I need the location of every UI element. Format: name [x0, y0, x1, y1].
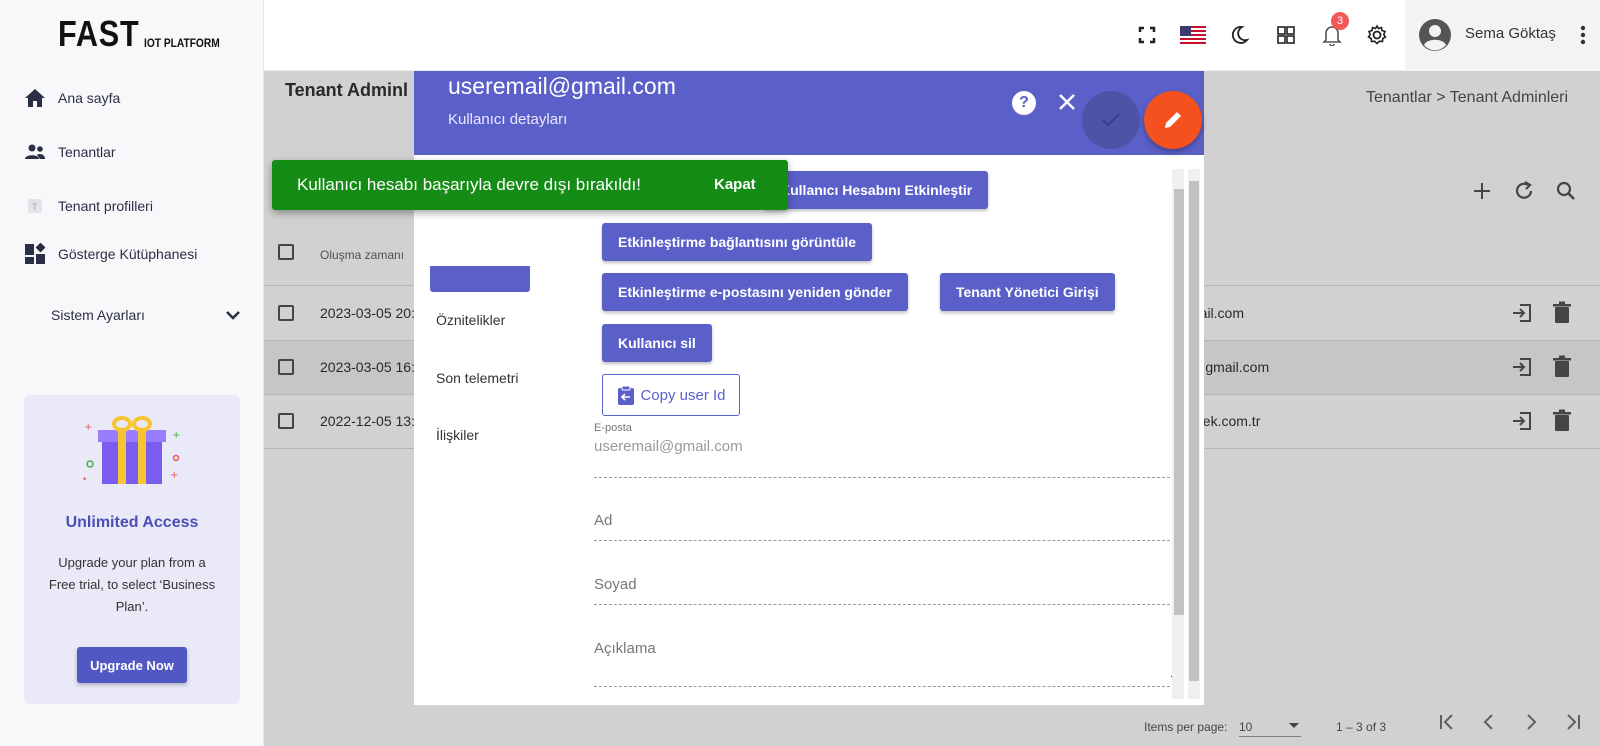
fullscreen-icon[interactable]	[1134, 22, 1160, 48]
snackbar-close-button[interactable]: Kapat	[714, 176, 756, 193]
apply-changes-button[interactable]	[1082, 91, 1140, 149]
tab-latest-telemetry[interactable]: Son telemetri	[436, 370, 518, 386]
copy-user-id-button[interactable]: Copy user Id	[602, 374, 740, 416]
apps-grid-icon[interactable]	[1273, 22, 1299, 48]
user-name: Sema Göktaş	[1465, 25, 1556, 42]
help-icon[interactable]: ?	[1012, 91, 1036, 115]
snackbar-message: Kullanıcı hesabı başarıyla devre dışı bı…	[297, 175, 641, 194]
upgrade-now-button[interactable]: Upgrade Now	[77, 647, 187, 683]
copy-user-id-label: Copy user Id	[640, 386, 726, 404]
more-vert-icon[interactable]	[1570, 22, 1596, 48]
success-snackbar: Kullanıcı hesabı başarıyla devre dışı bı…	[272, 160, 788, 210]
notification-badge: 3	[1331, 12, 1349, 30]
dialog-header: useremail@gmail.com Kullanıcı detayları …	[414, 71, 1204, 155]
sidebar-item-label: Ana sayfa	[58, 90, 121, 106]
sidebar-item-tenant-profiles[interactable]: T Tenant profilleri	[24, 195, 153, 217]
scrollbar-thumb[interactable]	[1189, 181, 1199, 681]
dialog-subtitle: Kullanıcı detayları	[448, 111, 568, 128]
tab-relations[interactable]: İlişkiler	[436, 427, 479, 443]
sidebar-item-system-settings[interactable]: Sistem Ayarları	[51, 307, 241, 323]
promo-text: Upgrade your plan from a Free trial, to …	[48, 555, 216, 614]
description-placeholder: Açıklama	[594, 640, 656, 657]
gear-icon[interactable]	[1364, 22, 1390, 48]
activate-account-button[interactable]: Kullanıcı Hesabını Etkinleştir	[764, 171, 989, 209]
content-scrollbar[interactable]	[1172, 169, 1184, 699]
promo-title: Unlimited Access	[65, 514, 199, 531]
us-flag-icon[interactable]	[1179, 22, 1207, 48]
svg-text:T: T	[32, 202, 38, 212]
logo-sub: IOT PLATFORM	[144, 36, 220, 50]
tab-attributes[interactable]: Öznitelikler	[436, 312, 505, 328]
top-bar	[264, 0, 1600, 71]
sidebar-item-label: Tenant profilleri	[58, 198, 153, 214]
email-field-label: E-posta	[594, 422, 632, 434]
last-name-field[interactable]: Soyad	[594, 565, 1180, 605]
profile-icon: T	[24, 195, 46, 217]
sidebar: FAST IOT PLATFORM Ana sayfa Tenantlar T …	[0, 0, 264, 746]
chevron-down-icon	[225, 307, 241, 323]
first-name-placeholder: Ad	[594, 512, 613, 529]
resend-activation-email-button[interactable]: Etkinleştirme e-postasını yeniden gönder	[602, 273, 908, 311]
logo: FAST IOT PLATFORM	[58, 16, 233, 52]
scrollbar-thumb[interactable]	[1174, 189, 1184, 615]
email-field[interactable]: E-posta useremail@gmail.com	[594, 422, 1180, 478]
first-name-field[interactable]: Ad	[594, 501, 1180, 541]
dialog-title: useremail@gmail.com	[448, 73, 676, 99]
clipboard-icon	[618, 385, 635, 405]
edit-button[interactable]	[1144, 91, 1202, 149]
sidebar-item-label: Sistem Ayarları	[51, 307, 145, 323]
sidebar-item-widget-library[interactable]: Gösterge Kütüphanesi	[24, 243, 197, 265]
close-icon[interactable]	[1054, 89, 1080, 115]
description-field[interactable]: Açıklama	[594, 629, 1180, 687]
upgrade-promo-card: + + + • Unlimited Access Upgrade your pl…	[24, 395, 240, 704]
email-field-value: useremail@gmail.com	[594, 438, 743, 455]
dashboard-icon	[24, 243, 46, 265]
sidebar-item-label: Gösterge Kütüphanesi	[58, 246, 198, 262]
dark-mode-icon[interactable]	[1226, 22, 1252, 48]
delete-user-button[interactable]: Kullanıcı sil	[602, 324, 712, 362]
people-icon	[24, 141, 46, 163]
home-icon	[24, 87, 46, 109]
svg-text:•: •	[82, 475, 87, 485]
tenant-admin-login-button[interactable]: Tenant Yönetici Girişi	[940, 273, 1115, 311]
view-activation-link-button[interactable]: Etkinleştirme bağlantısını görüntüle	[602, 223, 873, 261]
dialog-scrollbar[interactable]	[1188, 169, 1200, 699]
sidebar-item-label: Tenantlar	[58, 144, 116, 160]
last-name-placeholder: Soyad	[594, 576, 637, 593]
gift-icon: + + + •	[80, 410, 184, 495]
tab-details[interactable]	[430, 266, 530, 292]
avatar[interactable]	[1418, 18, 1452, 52]
svg-text:+: +	[172, 430, 180, 441]
svg-text:+: +	[84, 422, 92, 433]
sidebar-item-tenants[interactable]: Tenantlar	[24, 141, 116, 163]
logo-main: FAST	[58, 13, 140, 54]
sidebar-item-home[interactable]: Ana sayfa	[24, 87, 120, 109]
svg-text:+: +	[170, 470, 178, 481]
